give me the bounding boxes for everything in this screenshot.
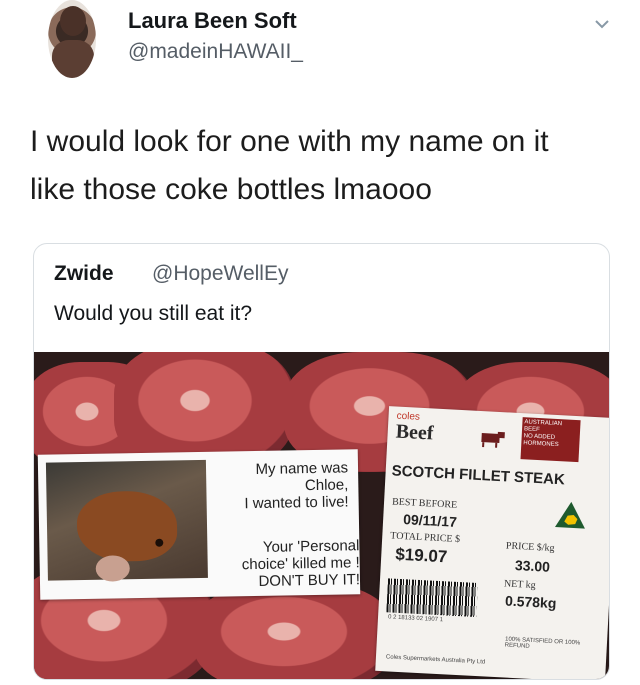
price-per-kg-label: PRICE $/kg <box>505 540 555 555</box>
meat-photo[interactable]: My name was Chloe, I wanted to live! You… <box>34 352 609 679</box>
australia-logo-icon <box>554 501 585 529</box>
cow-nose <box>95 555 130 582</box>
cow-head <box>76 490 178 582</box>
australian-beef-badge: AUSTRALIAN BEEF NO ADDED HORMONES <box>520 417 581 463</box>
avatar-body <box>52 40 94 78</box>
net-weight: 0.578kg <box>504 592 557 612</box>
badge-line: HORMONES <box>523 440 559 449</box>
author-avatar[interactable] <box>48 0 96 78</box>
cow-icon <box>481 431 505 448</box>
author-name[interactable]: Laura Been Soft <box>128 8 297 34</box>
tweet-text: I would look for one with my name on it … <box>30 118 620 214</box>
tweet-text-line: like those coke bottles lmaooo <box>30 173 432 206</box>
price-label: coles Beef AUSTRALIAN BEEF NO ADDED HORM… <box>375 406 609 679</box>
author-handle[interactable]: @madeinHAWAII_ <box>128 40 303 64</box>
barcode <box>386 578 478 618</box>
best-before-date: 09/11/17 <box>402 511 458 530</box>
total-price-label: TOTAL PRICE $ <box>390 530 461 546</box>
sticker-message-top: My name was Chloe, I wanted to live! <box>216 459 349 512</box>
category-name: Beef <box>395 420 435 445</box>
quoted-tweet[interactable]: Zwide @HopeWellEy Would you still eat it… <box>33 243 610 680</box>
cow-eye <box>155 538 164 547</box>
tweet-text-line: I would look for one with my name on it <box>30 125 549 158</box>
total-price: $19.07 <box>394 544 448 567</box>
product-name: SCOTCH FILLET STEAK <box>391 462 566 489</box>
cow-photo <box>45 459 208 582</box>
protest-sticker: My name was Chloe, I wanted to live! You… <box>37 449 361 600</box>
net-weight-label: NET kg <box>503 578 536 592</box>
sticker-message-bottom: Your 'Personal choice' killed me ! DON'T… <box>199 537 360 591</box>
price-per-kg: 33.00 <box>514 556 551 575</box>
quoted-author-handle[interactable]: @HopeWellEy <box>152 262 288 286</box>
sticker-line: I wanted to live! <box>244 493 349 513</box>
guarantee-text: 100% SATISFIED OR 100% REFUND <box>504 636 581 650</box>
quoted-tweet-text: Would you still eat it? <box>54 302 253 325</box>
barcode-number: 0 2 18133 02 1907 1 <box>387 614 444 624</box>
label-footer: Coles Supermarkets Australia Pty Ltd <box>385 654 486 666</box>
quoted-author-name[interactable]: Zwide <box>54 262 114 286</box>
chevron-down-icon[interactable] <box>592 14 612 34</box>
avatar-face <box>60 6 86 36</box>
sticker-line: DON'T BUY IT! <box>258 571 361 590</box>
best-before-label: BEST BEFORE <box>391 496 458 511</box>
